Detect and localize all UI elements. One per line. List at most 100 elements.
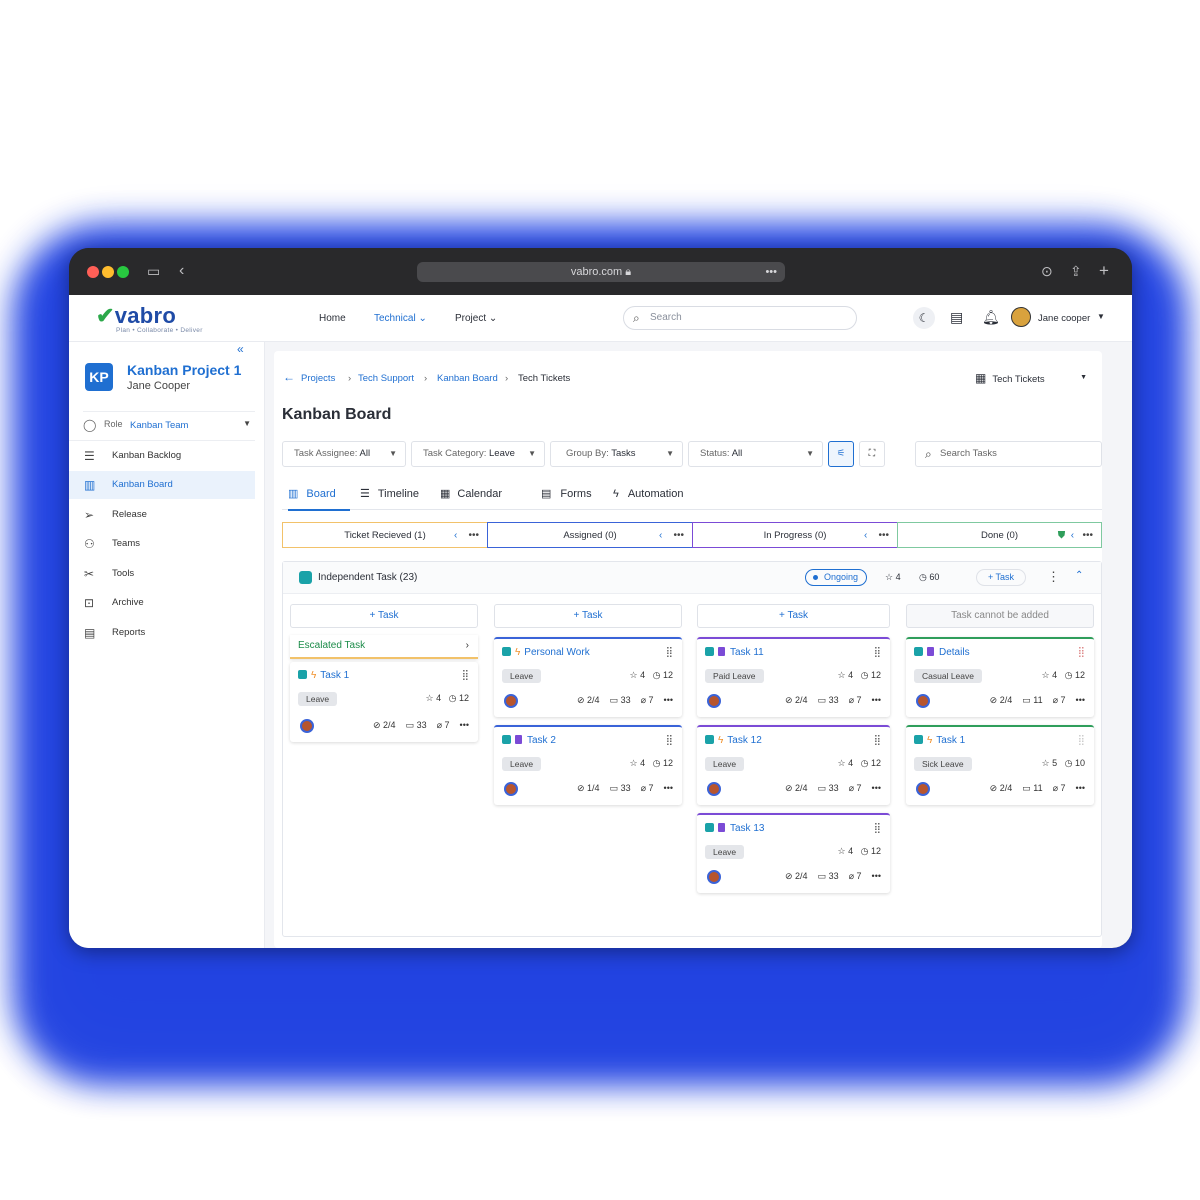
- filter-task-category[interactable]: Task Category: Leave ▼: [411, 441, 545, 467]
- add-task-button[interactable]: + Task: [290, 604, 478, 628]
- collapse-sidebar-icon[interactable]: «: [237, 342, 244, 356]
- ellipsis-icon[interactable]: •••: [872, 695, 881, 705]
- sidebar-item-kanban-board[interactable]: ▥ Kanban Board: [69, 471, 255, 499]
- task-card[interactable]: Task 11 ⣿ Paid Leave ☆ 4 ◷ 12 ⊘ 2/4 ▭ 33…: [697, 637, 890, 717]
- user-avatar[interactable]: [1011, 307, 1031, 327]
- collapse-up-icon[interactable]: ⌃: [1075, 570, 1083, 581]
- drag-handle-icon[interactable]: ⣿: [666, 647, 673, 658]
- filter-group-by[interactable]: Group By: Tasks ▼: [550, 441, 683, 467]
- sidebar-item-kanban-backlog[interactable]: ☰ Kanban Backlog: [69, 442, 255, 470]
- vabro-logo[interactable]: ✔vabro Plan • Collaborate • Deliver: [96, 303, 203, 334]
- drag-handle-icon[interactable]: ⣿: [874, 647, 881, 658]
- filter-task-assignee[interactable]: Task Assignee: All ▼: [282, 441, 406, 467]
- sidebar-item-release[interactable]: ➢ Release: [69, 501, 255, 529]
- more-icon[interactable]: •••: [765, 262, 777, 282]
- status-badge[interactable]: Ongoing: [805, 569, 868, 586]
- user-name[interactable]: Jane cooper: [1038, 313, 1090, 324]
- sidebar-item-reports[interactable]: ▤ Reports: [69, 619, 255, 647]
- avatar[interactable]: [707, 870, 721, 884]
- search-tasks-input[interactable]: ⌕ Search Tasks: [915, 441, 1102, 467]
- filter-status[interactable]: Status: All ▼: [688, 441, 823, 467]
- escalated-task-header[interactable]: Escalated Task ›: [290, 635, 478, 659]
- task-card[interactable]: Task 13 ⣿ Leave ☆ 4 ◷ 12 ⊘ 2/4 ▭ 33 ⌀ 7 …: [697, 813, 890, 893]
- ellipsis-icon[interactable]: •••: [664, 783, 673, 793]
- vertical-ellipsis-icon[interactable]: ⋮: [1047, 569, 1060, 585]
- breadcrumb-kanban-board[interactable]: Kanban Board: [437, 373, 498, 384]
- share-icon[interactable]: ⇪: [1070, 262, 1082, 280]
- column-controls[interactable]: ⛊ ‹ •••: [1058, 523, 1093, 549]
- avatar[interactable]: [916, 782, 930, 796]
- tab-timeline[interactable]: ☰ Timeline: [360, 483, 419, 511]
- collapse-left-icon: ‹: [454, 530, 458, 541]
- checklist-value: 2/4: [587, 695, 600, 705]
- avatar[interactable]: [504, 782, 518, 796]
- minimize-window-button[interactable]: [102, 266, 114, 278]
- filter-settings-button[interactable]: ⚟: [828, 441, 854, 467]
- role-selector[interactable]: ◯ Role Kanban Team ▼: [83, 418, 255, 439]
- avatar[interactable]: [916, 694, 930, 708]
- breadcrumb-projects[interactable]: Projects: [301, 373, 335, 384]
- ellipsis-icon[interactable]: •••: [1076, 695, 1085, 705]
- task-card[interactable]: ϟ Task 1 ⣿ Sick Leave ☆ 5 ◷ 10 ⊘ 2/4 ▭ 11…: [906, 725, 1094, 805]
- ellipsis-icon[interactable]: •••: [664, 695, 673, 705]
- project-title[interactable]: Kanban Project 1: [127, 362, 241, 378]
- group-add-task-button[interactable]: + Task: [976, 569, 1026, 586]
- view-select[interactable]: ▦ Tech Tickets ▼: [975, 367, 1097, 389]
- avatar[interactable]: [504, 694, 518, 708]
- add-task-disabled: Task cannot be added: [906, 604, 1094, 628]
- column-controls[interactable]: ‹ •••: [454, 523, 479, 549]
- fullscreen-button[interactable]: ⛶: [859, 441, 885, 467]
- task-card[interactable]: Task 2 ⣿ Leave ☆ 4 ◷ 12 ⊘ 1/4 ▭ 33 ⌀ 7 •…: [494, 725, 682, 805]
- group-title[interactable]: Independent Task (23): [318, 572, 417, 583]
- messages-icon[interactable]: ▤: [950, 309, 963, 326]
- bell-icon[interactable]: 🔔︎: [982, 309, 1000, 326]
- ellipsis-icon[interactable]: •••: [460, 720, 469, 730]
- download-icon[interactable]: ⊙: [1041, 262, 1053, 280]
- tab-board[interactable]: ▥ Board: [288, 483, 350, 511]
- avatar[interactable]: [300, 719, 314, 733]
- drag-handle-icon[interactable]: ⣿: [874, 735, 881, 746]
- maximize-window-button[interactable]: [117, 266, 129, 278]
- task-card[interactable]: Details ⣿ Casual Leave ☆ 4 ◷ 12 ⊘ 2/4 ▭ …: [906, 637, 1094, 717]
- task-card[interactable]: ϟ Task 1 ⣿ Leave ☆ 4 ◷ 12 ⊘ 2/4 ▭ 33 ⌀ 7 …: [290, 662, 478, 742]
- drag-handle-icon: ⣿: [1077, 647, 1085, 658]
- nav-technical[interactable]: Technical ⌄: [374, 313, 427, 324]
- drag-handle-icon[interactable]: ⣿: [462, 670, 469, 681]
- back-icon[interactable]: ‹: [179, 262, 184, 280]
- card-footer: ⊘ 2/4 ▭ 33 ⌀ 7 •••: [705, 693, 881, 709]
- avatar[interactable]: [707, 694, 721, 708]
- sidebar-toggle-icon[interactable]: ▭: [147, 262, 160, 280]
- task-card[interactable]: ϟ Task 12 ⣿ Leave ☆ 4 ◷ 12 ⊘ 2/4 ▭ 33 ⌀ 7…: [697, 725, 890, 805]
- add-task-button[interactable]: + Task: [494, 604, 682, 628]
- drag-handle-icon[interactable]: ⣿: [874, 823, 881, 834]
- column-controls[interactable]: ‹ •••: [864, 523, 889, 549]
- tab-automation[interactable]: ϟ Automation: [613, 483, 683, 511]
- ellipsis-icon[interactable]: •••: [872, 871, 881, 881]
- ellipsis-icon[interactable]: •••: [872, 783, 881, 793]
- nav-home[interactable]: Home: [319, 313, 346, 324]
- avatar[interactable]: [707, 782, 721, 796]
- address-bar[interactable]: vabro.com 🔒︎ •••: [417, 262, 785, 282]
- add-task-button[interactable]: + Task: [697, 604, 890, 628]
- dark-mode-icon[interactable]: ☾: [913, 307, 935, 329]
- priority-icon: ϟ: [927, 735, 933, 746]
- tab-forms[interactable]: ▤ Forms: [541, 483, 592, 511]
- drag-handle-icon[interactable]: ⣿: [666, 735, 673, 746]
- close-window-button[interactable]: [87, 266, 99, 278]
- ellipsis-icon[interactable]: •••: [1076, 783, 1085, 793]
- breadcrumb-tech-support[interactable]: Tech Support: [358, 373, 414, 384]
- sidebar-item-archive[interactable]: ⊡ Archive: [69, 589, 255, 617]
- column-controls[interactable]: ‹ •••: [659, 523, 684, 549]
- task-card[interactable]: ϟ Personal Work ⣿ Leave ☆ 4 ◷ 12 ⊘ 2/4 ▭ …: [494, 637, 682, 717]
- sidebar-item-teams[interactable]: ⚇ Teams: [69, 530, 255, 558]
- search-tasks-placeholder: Search Tasks: [940, 448, 997, 459]
- sidebar-item-tools[interactable]: ✂ Tools: [69, 560, 255, 588]
- card-title: Details: [939, 647, 970, 658]
- search-input[interactable]: ⌕ Search: [623, 306, 857, 330]
- filter-label: Status:: [700, 448, 730, 459]
- new-tab-icon[interactable]: +: [1099, 262, 1109, 280]
- back-arrow-icon[interactable]: ←: [283, 370, 295, 384]
- caret-down-icon[interactable]: ▼: [1097, 312, 1105, 321]
- tab-calendar[interactable]: ▦ Calendar: [440, 483, 502, 511]
- nav-project[interactable]: Project ⌄: [455, 313, 497, 324]
